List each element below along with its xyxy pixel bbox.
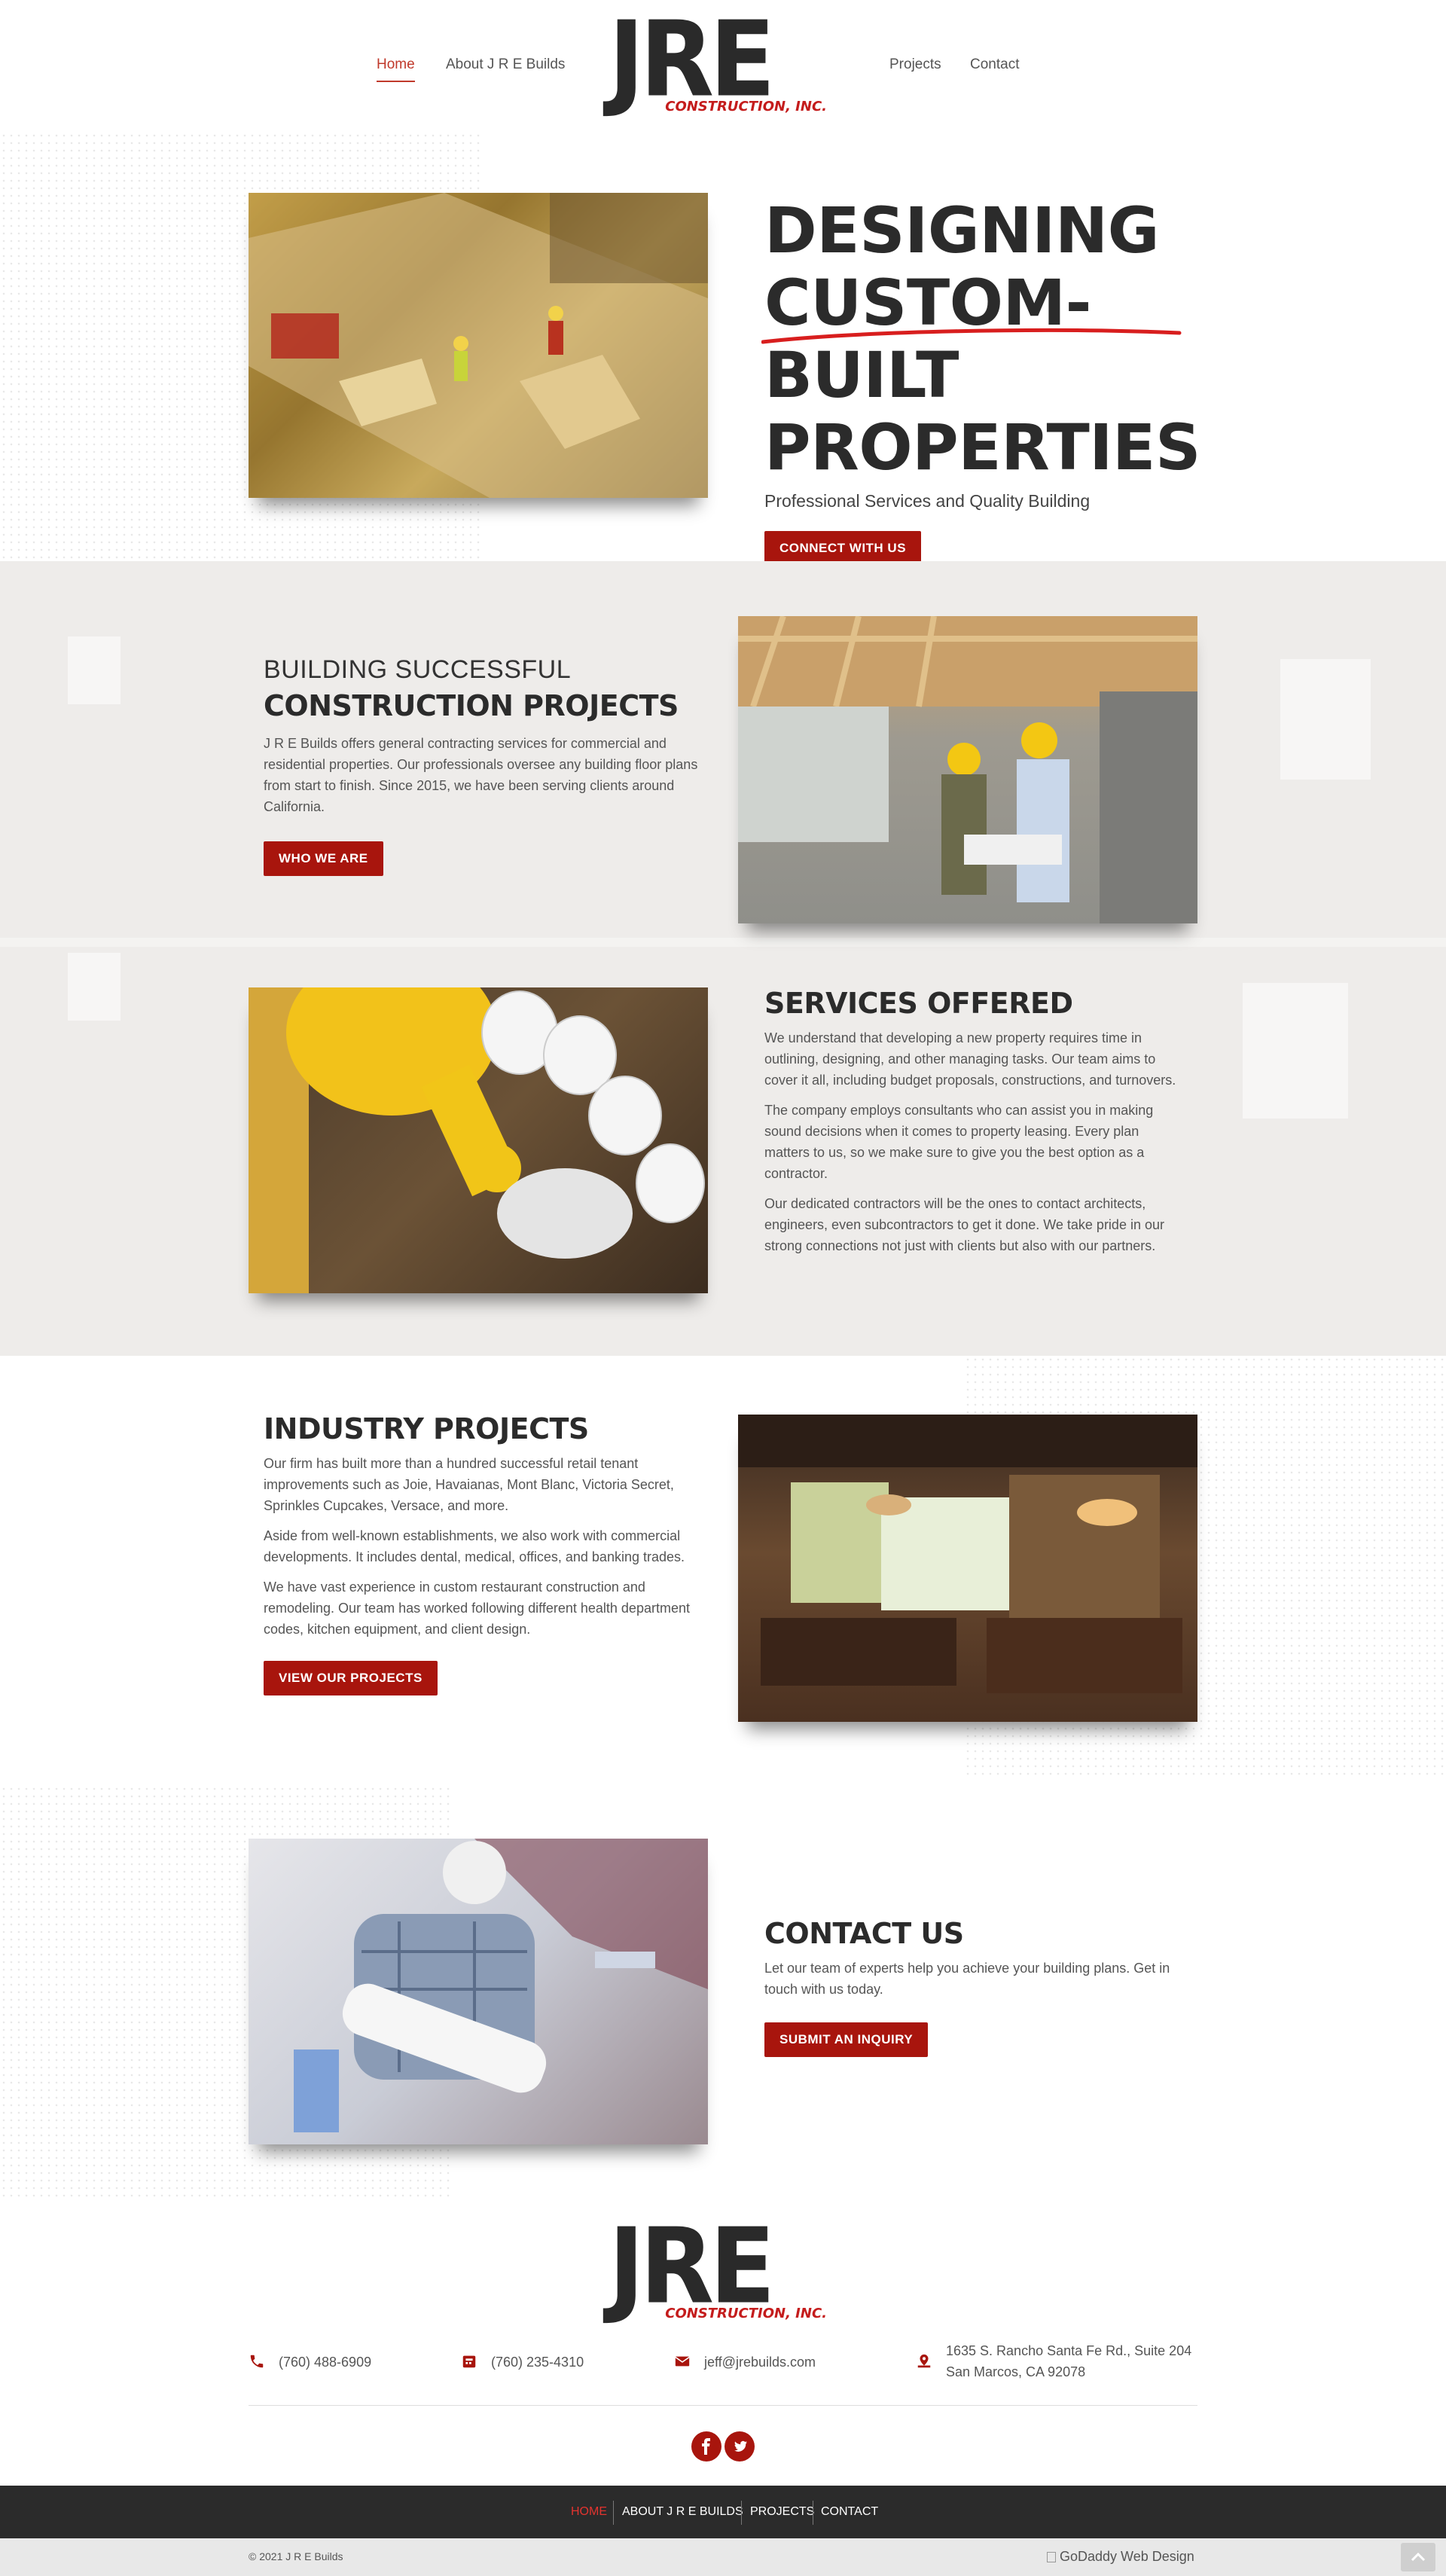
building-title-bold: CONSTRUCTION PROJECTS	[264, 689, 679, 722]
copyright-text: © 2021 J R E Builds	[249, 2550, 343, 2562]
services-paragraph-1: We understand that developing a new prop…	[764, 1030, 1176, 1088]
services-paragraph-2: The company employs consultants who can …	[764, 1103, 1154, 1181]
address-line1: 1635 S. Rancho Santa Fe Rd., Suite 204	[946, 2343, 1192, 2358]
industry-title: INDUSTRY PROJECTS	[264, 1412, 589, 1445]
phone-icon	[250, 2355, 264, 2368]
broken-image-icon	[1047, 2552, 1056, 2562]
hero-title-line3: PROPERTIES	[764, 411, 1200, 484]
footer-logo[interactable]: JRE CONSTRUCTION, INC.	[609, 2206, 827, 2327]
industry-paragraph-1: Our firm has built more than a hundred s…	[264, 1456, 674, 1513]
footer-nav-contact[interactable]: CONTACT	[821, 2505, 878, 2519]
who-we-are-button[interactable]: WHO WE ARE	[264, 841, 383, 876]
footer-fax: (760) 235-4310	[461, 2352, 642, 2373]
view-our-projects-button[interactable]: VIEW OUR PROJECTS	[264, 1661, 438, 1695]
email-icon	[675, 2356, 690, 2367]
nav-home[interactable]: Home	[377, 56, 415, 82]
fax-icon	[462, 2355, 476, 2368]
contractor-illustration	[294, 1839, 708, 2132]
phone-number: (760) 488-6909	[279, 2355, 372, 2370]
footer-address[interactable]: 1635 S. Rancho Santa Fe Rd., Suite 204 S…	[916, 2340, 1202, 2382]
hero-text: DESIGNING CUSTOM-BUILT PROPERTIES Profes…	[761, 194, 1216, 566]
header-logo[interactable]: JRE CONSTRUCTION, INC.	[609, 0, 827, 121]
services-title: SERVICES OFFERED	[764, 987, 1073, 1020]
hero-construction-image	[249, 193, 708, 498]
tools-illustration	[249, 987, 705, 1293]
industry-section-text: INDUSTRY PROJECTS Our firm has built mor…	[264, 1412, 693, 1695]
building-title-light: BUILDING SUCCESSFUL	[264, 655, 572, 684]
contractor-image	[249, 1839, 708, 2144]
email-address: jeff@jrebuilds.com	[704, 2355, 816, 2370]
address-line2: San Marcos, CA 92078	[946, 2364, 1086, 2379]
hero-title-line1: DESIGNING	[764, 194, 1160, 267]
hero-title-line2: CUSTOM-BUILT	[761, 267, 1216, 411]
scroll-top-icon[interactable]	[1401, 2543, 1435, 2571]
restaurant-image	[738, 1415, 1197, 1722]
footer-nav-about[interactable]: ABOUT J R E BUILDS	[622, 2505, 743, 2519]
engineers-illustration	[738, 616, 1197, 923]
submit-an-inquiry-button[interactable]: SUBMIT AN INQUIRY	[764, 2022, 929, 2057]
tools-image	[249, 987, 708, 1293]
hero-subtitle: Professional Services and Quality Buildi…	[764, 491, 1091, 511]
footer-email[interactable]: jeff@jrebuilds.com	[674, 2352, 870, 2373]
footer-phone[interactable]: (760) 488-6909	[249, 2352, 429, 2373]
site-header: Home About J R E Builds JRE CONSTRUCTION…	[0, 0, 1446, 132]
restaurant-illustration	[738, 1415, 1197, 1693]
contact-title: CONTACT US	[764, 1917, 964, 1950]
facebook-icon[interactable]	[691, 2431, 721, 2462]
footer-nav-home[interactable]: HOME	[571, 2505, 607, 2519]
godaddy-credit-label: GoDaddy Web Design	[1060, 2549, 1194, 2564]
logo-letters: JRE	[609, 2206, 776, 2327]
logo-letters: JRE	[609, 0, 776, 121]
copyright-bar: © 2021 J R E Builds GoDaddy Web Design	[0, 2538, 1446, 2576]
nav-projects[interactable]: Projects	[889, 56, 941, 73]
nav-about[interactable]: About J R E Builds	[446, 56, 565, 73]
footer-nav-projects[interactable]: PROJECTS	[750, 2505, 814, 2519]
fax-number: (760) 235-4310	[491, 2355, 584, 2370]
building-body: J R E Builds offers general contracting …	[264, 736, 698, 814]
godaddy-credit[interactable]: GoDaddy Web Design	[1047, 2549, 1194, 2565]
industry-paragraph-2: Aside from well-known establishments, we…	[264, 1528, 685, 1564]
twitter-icon[interactable]	[725, 2431, 755, 2462]
services-paragraph-3: Our dedicated contractors will be the on…	[764, 1196, 1164, 1253]
engineers-image	[738, 616, 1197, 923]
footer-nav-bar: HOME ABOUT J R E BUILDS PROJECTS CONTACT	[0, 2486, 1446, 2538]
construction-site-illustration	[249, 193, 708, 498]
building-section-text: BUILDING SUCCESSFUL CONSTRUCTION PROJECT…	[264, 655, 700, 876]
footer-divider	[249, 2405, 1197, 2406]
nav-contact[interactable]: Contact	[970, 56, 1019, 73]
industry-paragraph-3: We have vast experience in custom restau…	[264, 1579, 690, 1637]
map-marker-icon	[917, 2354, 931, 2368]
red-underline-swoosh	[761, 328, 1182, 344]
gray-background-band	[0, 561, 1446, 1356]
contact-body: Let our team of experts help you achieve…	[764, 1961, 1170, 1997]
services-section-text: SERVICES OFFERED We understand that deve…	[764, 987, 1186, 1265]
contact-section-text: CONTACT US Let our team of experts help …	[764, 1917, 1201, 2057]
